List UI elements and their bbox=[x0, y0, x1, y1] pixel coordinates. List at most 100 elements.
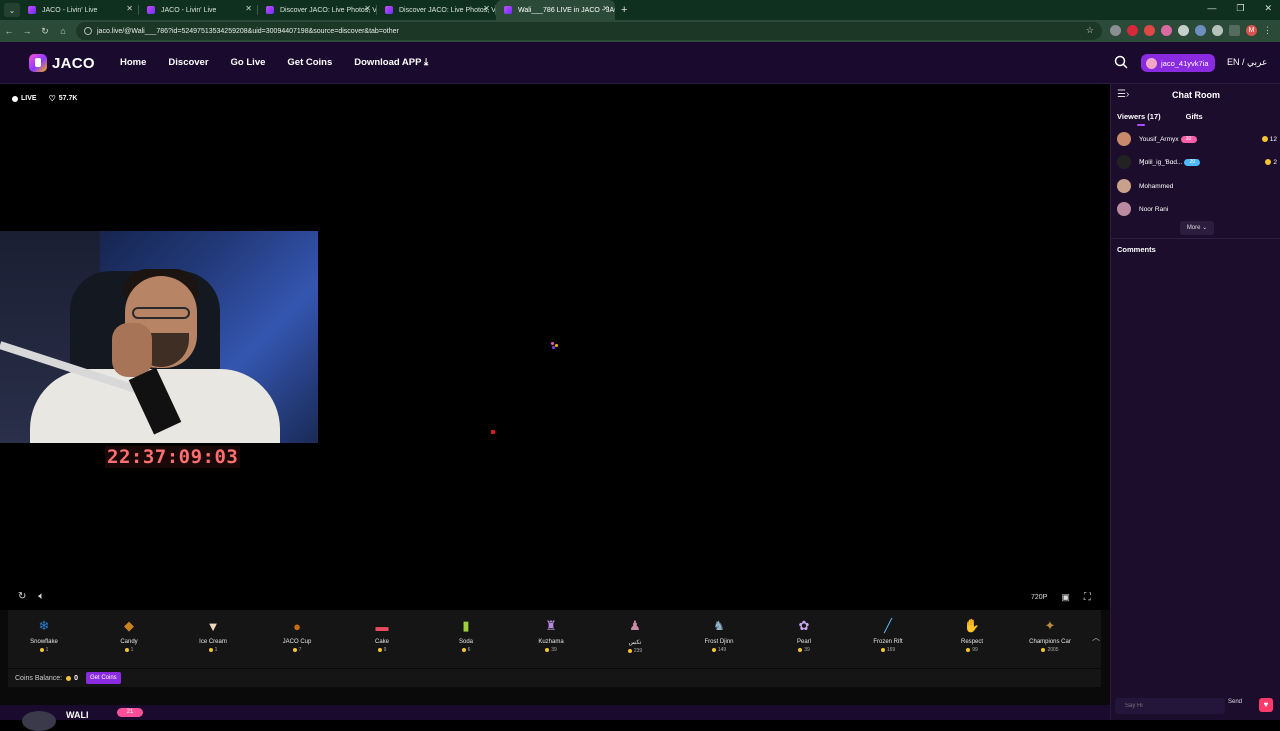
close-tab-icon[interactable]: ✕ bbox=[245, 4, 252, 13]
quality-selector[interactable]: 720P bbox=[1031, 594, 1047, 601]
viewer-row[interactable]: Noor Rani bbox=[1117, 200, 1277, 218]
streamer-avatar[interactable] bbox=[22, 711, 56, 731]
gift-price-value: 149 bbox=[717, 647, 727, 653]
coin-icon bbox=[377, 648, 382, 652]
loading-spinner-icon bbox=[551, 342, 559, 350]
browser-tab[interactable]: Wali___786 LIVE in JACO - JACO ✕ bbox=[496, 0, 615, 20]
gift-price-value: 39 bbox=[804, 647, 810, 653]
gift-item[interactable]: ❄ Snowflake 1 bbox=[12, 616, 76, 666]
extension-icon[interactable] bbox=[1195, 25, 1206, 36]
refresh-stream-icon[interactable]: ↻ bbox=[18, 591, 26, 602]
maximize-icon[interactable]: ❐ bbox=[1236, 3, 1244, 14]
forward-icon[interactable]: → bbox=[18, 26, 36, 36]
gift-name: Champions Car bbox=[1029, 639, 1071, 645]
nav-download-app[interactable]: Download APP ⤓ bbox=[354, 57, 428, 68]
gift-name: Soda bbox=[458, 639, 473, 645]
url-text: jaco.live/@Wali___786?id=524975135342592… bbox=[97, 27, 399, 35]
close-tab-icon[interactable]: ✕ bbox=[364, 4, 371, 13]
viewer-row[interactable]: Ɱɑlil_ig_Ɓɑd... 20 2 bbox=[1117, 153, 1277, 171]
gift-item[interactable]: ♟ تكس 239 bbox=[603, 616, 667, 666]
extension-icon[interactable] bbox=[1161, 25, 1172, 36]
user-menu-button[interactable]: jaco_41yvk7ia bbox=[1141, 54, 1215, 72]
close-tab-icon[interactable]: ✕ bbox=[602, 4, 609, 13]
coin-icon bbox=[627, 649, 632, 653]
extension-icon[interactable] bbox=[1178, 25, 1189, 36]
gift-item[interactable]: ╱ Frozen Rift 169 bbox=[856, 616, 920, 666]
side-panel-icon[interactable] bbox=[1229, 25, 1240, 36]
extension-icon[interactable] bbox=[1144, 25, 1155, 36]
gift-item[interactable]: ● JACO Cup 7 bbox=[265, 616, 329, 666]
comments-title: Comments bbox=[1117, 245, 1156, 254]
tab-list-button[interactable]: ⌄ bbox=[4, 3, 20, 17]
extensions-area: M ⋮ bbox=[1110, 25, 1274, 36]
extension-icon[interactable] bbox=[1110, 25, 1121, 36]
streamer-name[interactable]: WALI bbox=[66, 710, 89, 720]
nav-go-live[interactable]: Go Live bbox=[231, 57, 266, 68]
browser-menu-icon[interactable]: ⋮ bbox=[1263, 25, 1274, 36]
viewer-name: Yousif_Armyx bbox=[1139, 135, 1179, 143]
expand-gifts-icon[interactable]: ︿ bbox=[1092, 632, 1100, 643]
viewer-row[interactable]: Mohammed bbox=[1117, 177, 1277, 195]
gift-name: Candy bbox=[120, 639, 138, 645]
fullscreen-icon[interactable]: ⛶ bbox=[1084, 592, 1091, 603]
chat-input[interactable] bbox=[1115, 698, 1225, 714]
jaco-favicon-icon bbox=[28, 6, 36, 14]
search-icon[interactable] bbox=[1114, 55, 1128, 69]
new-tab-button[interactable]: + bbox=[621, 4, 627, 16]
video-player[interactable]: LIVE ♡ 57.7K 22:37:09:03 ↻ 🔈︎ 720P ▣ ⛶ bbox=[0, 84, 1110, 611]
gift-item[interactable]: ✦ Champions Car 2005 bbox=[1018, 616, 1082, 666]
send-button[interactable]: Send bbox=[1228, 699, 1242, 713]
extension-icon[interactable] bbox=[1127, 25, 1138, 36]
close-tab-icon[interactable]: ✕ bbox=[483, 4, 490, 13]
back-icon[interactable]: ← bbox=[0, 26, 18, 36]
viewer-avatar bbox=[1117, 202, 1131, 216]
gift-item[interactable]: ♞ Frost Djinn 149 bbox=[687, 616, 751, 666]
viewer-row[interactable]: Yousif_Armyx 30 12 bbox=[1117, 130, 1277, 148]
coin-icon bbox=[1265, 159, 1272, 165]
gift-item[interactable]: ♜ Kuzhama 39 bbox=[519, 616, 583, 666]
get-coins-button[interactable]: Get Coins bbox=[86, 672, 121, 684]
close-window-icon[interactable]: ✕ bbox=[1264, 3, 1272, 14]
like-heart-button[interactable]: ♥ bbox=[1259, 698, 1273, 712]
minimize-icon[interactable]: — bbox=[1207, 3, 1216, 14]
browser-tab[interactable]: JACO - Livin' Live ✕ bbox=[20, 0, 139, 20]
gift-item[interactable]: ✿ Pearl 39 bbox=[772, 616, 836, 666]
language-switch[interactable]: EN / عربي bbox=[1227, 57, 1267, 68]
address-bar[interactable]: jaco.live/@Wali___786?id=524975135342592… bbox=[76, 22, 1102, 40]
jaco-favicon-icon bbox=[385, 6, 393, 14]
gift-item[interactable]: ◆ Candy 1 bbox=[97, 616, 161, 666]
volume-icon[interactable]: 🔈︎ bbox=[38, 591, 44, 602]
browser-tab[interactable]: JACO - Livin' Live ✕ bbox=[139, 0, 258, 20]
gift-price-value: 6 bbox=[467, 647, 471, 653]
tab-gifts[interactable]: Gifts bbox=[1186, 112, 1203, 121]
home-icon[interactable]: ⌂ bbox=[54, 26, 72, 36]
reload-icon[interactable]: ↻ bbox=[36, 26, 54, 37]
site-info-icon[interactable] bbox=[84, 27, 92, 35]
extensions-puzzle-icon[interactable] bbox=[1212, 25, 1223, 36]
tab-viewers[interactable]: Viewers (17) bbox=[1117, 112, 1161, 121]
gift-name: Snowflake bbox=[30, 639, 58, 645]
jaco-cup-icon: ● bbox=[293, 618, 301, 634]
coin-icon bbox=[124, 648, 129, 652]
nav-get-coins[interactable]: Get Coins bbox=[287, 57, 332, 68]
gift-item[interactable]: ▼ Ice Cream 1 bbox=[181, 616, 245, 666]
nav-discover[interactable]: Discover bbox=[168, 57, 208, 68]
dancer-icon: ♟ bbox=[629, 618, 641, 633]
browser-tab[interactable]: Discover JACO: Live Photos, Vi ✕ bbox=[377, 0, 496, 20]
bookmark-star-icon[interactable]: ☆ bbox=[1086, 25, 1094, 36]
gift-item[interactable]: ▮ Soda 6 bbox=[434, 616, 498, 666]
coins-balance-value: 0 bbox=[74, 674, 78, 682]
browser-tab[interactable]: Discover JACO: Live Photos, Vi ✕ bbox=[258, 0, 377, 20]
coin-icon bbox=[1261, 136, 1268, 142]
close-tab-icon[interactable]: ✕ bbox=[126, 4, 133, 13]
jaco-favicon-icon bbox=[266, 6, 274, 14]
nav-home[interactable]: Home bbox=[120, 57, 146, 68]
theater-mode-icon[interactable]: ▣ bbox=[1061, 592, 1070, 603]
ice-cream-icon: ▼ bbox=[206, 618, 220, 634]
profile-avatar[interactable]: M bbox=[1246, 25, 1257, 36]
gift-item[interactable]: ▬ Cake 9 bbox=[350, 616, 414, 666]
jaco-logo[interactable]: JACO bbox=[29, 54, 95, 72]
live-badge: LIVE ♡ 57.7K bbox=[12, 94, 77, 103]
more-viewers-button[interactable]: More ⌄ bbox=[1180, 221, 1214, 235]
gift-item[interactable]: ✋ Respect 99 bbox=[940, 616, 1004, 666]
